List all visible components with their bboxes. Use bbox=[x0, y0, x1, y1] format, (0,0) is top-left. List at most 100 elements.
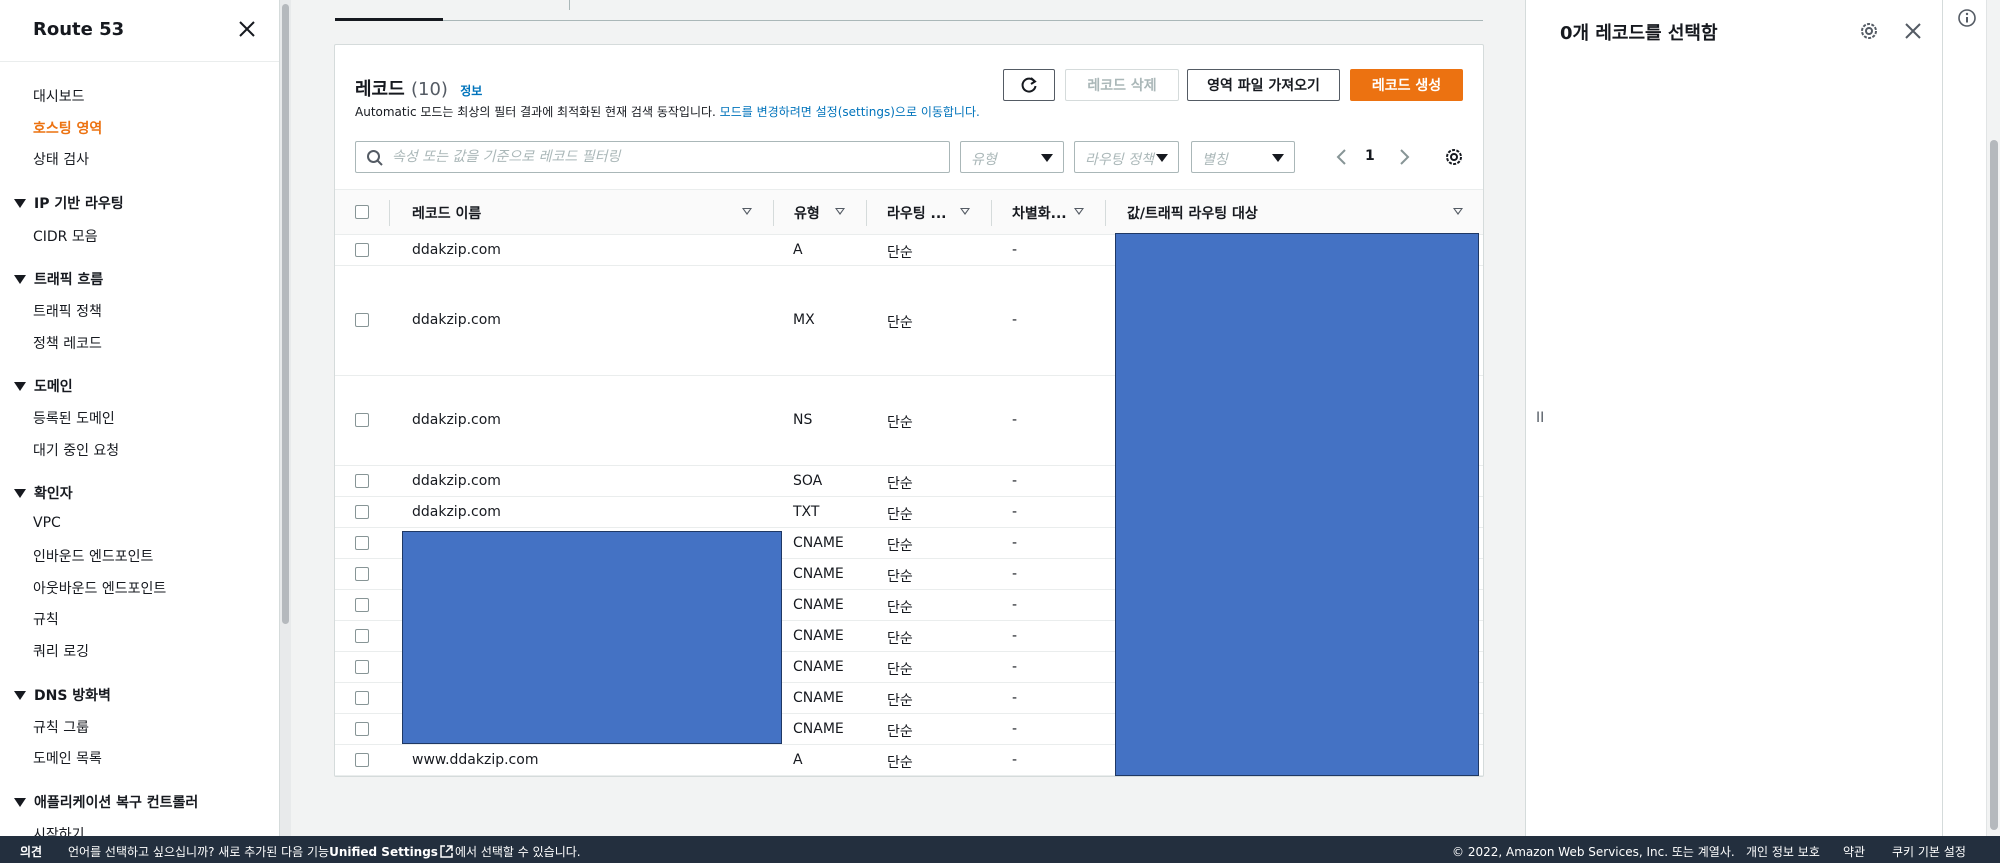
sidebar-item-registered-domains[interactable]: 등록된 도메인 bbox=[33, 408, 115, 428]
sidebar-header: Route 53 bbox=[0, 0, 279, 62]
record-differentiator: - bbox=[1012, 628, 1018, 644]
row-checkbox[interactable] bbox=[355, 474, 369, 488]
gear-icon[interactable] bbox=[1443, 146, 1465, 168]
column-header-routing[interactable]: 라우팅 ... bbox=[887, 203, 946, 223]
caret-down-icon bbox=[14, 690, 26, 700]
row-checkbox[interactable] bbox=[355, 660, 369, 674]
column-header-differentiator[interactable]: 차별화... bbox=[1012, 203, 1067, 223]
row-checkbox[interactable] bbox=[355, 598, 369, 612]
sort-icon[interactable] bbox=[1074, 208, 1084, 215]
column-header-value[interactable]: 값/트래픽 라우팅 대상 bbox=[1127, 203, 1258, 223]
sidebar-section-traffic-flow[interactable]: 트래픽 흐름 bbox=[14, 269, 103, 289]
sort-icon[interactable] bbox=[742, 208, 752, 215]
sort-icon[interactable] bbox=[960, 208, 970, 215]
record-routing: 단순 bbox=[887, 476, 913, 492]
record-type: CNAME bbox=[793, 690, 844, 706]
chevron-left-icon[interactable] bbox=[1332, 147, 1352, 167]
redacted-values bbox=[1115, 233, 1479, 776]
sidebar-item-query-logging[interactable]: 쿼리 로깅 bbox=[33, 641, 89, 661]
record-type: CNAME bbox=[793, 628, 844, 644]
sidebar-item-getting-started[interactable]: 시작하기 bbox=[33, 824, 85, 836]
record-differentiator: - bbox=[1012, 473, 1018, 489]
row-checkbox[interactable] bbox=[355, 243, 369, 257]
delete-record-button[interactable]: 레코드 삭제 bbox=[1065, 69, 1179, 101]
sidebar-item-inbound-endpoints[interactable]: 인바운드 엔드포인트 bbox=[33, 546, 153, 566]
sidebar-item-cidr[interactable]: CIDR 모음 bbox=[33, 226, 98, 246]
sidebar-section-resolver[interactable]: 확인자 bbox=[14, 483, 73, 503]
record-name[interactable]: ddakzip.com bbox=[412, 412, 501, 428]
page-scrollbar[interactable] bbox=[1986, 0, 2000, 836]
sidebar-item-health-checks[interactable]: 상태 검사 bbox=[33, 149, 89, 169]
sidebar-item-rules[interactable]: 규칙 bbox=[33, 609, 59, 629]
cookie-preferences-link[interactable]: 쿠키 기본 설정 bbox=[1892, 843, 1966, 860]
sidebar-item-outbound-endpoints[interactable]: 아웃바운드 엔드포인트 bbox=[33, 578, 166, 598]
row-checkbox[interactable] bbox=[355, 313, 369, 327]
select-all-checkbox[interactable] bbox=[355, 205, 369, 219]
routing-policy-filter-select[interactable]: 라우팅 정책 bbox=[1074, 141, 1179, 173]
record-name[interactable]: ddakzip.com bbox=[412, 504, 501, 520]
import-zone-file-button[interactable]: 영역 파일 가져오기 bbox=[1187, 69, 1340, 101]
refresh-button[interactable] bbox=[1003, 69, 1055, 101]
row-checkbox[interactable] bbox=[355, 505, 369, 519]
current-page[interactable]: 1 bbox=[1365, 148, 1375, 164]
column-header-name[interactable]: 레코드 이름 bbox=[412, 203, 481, 223]
sidebar-item-rule-groups[interactable]: 규칙 그룹 bbox=[33, 717, 89, 737]
sort-icon[interactable] bbox=[1453, 208, 1463, 215]
unified-settings-link[interactable]: Unified Settings bbox=[329, 845, 438, 859]
sidebar-item-hosted-zones[interactable]: 호스팅 영역 bbox=[33, 118, 102, 138]
alias-filter-select[interactable]: 별칭 bbox=[1191, 141, 1295, 173]
caret-down-icon bbox=[1041, 154, 1053, 162]
record-type: CNAME bbox=[793, 535, 844, 551]
sidebar-item-policy-records[interactable]: 정책 레코드 bbox=[33, 333, 102, 353]
sidebar-item-vpc[interactable]: VPC bbox=[33, 515, 61, 531]
sidebar-item-domain-lists[interactable]: 도메인 목록 bbox=[33, 748, 102, 768]
record-differentiator: - bbox=[1012, 242, 1018, 258]
split-panel-resize-handle[interactable]: II bbox=[1536, 410, 1544, 426]
page-scrollbar-thumb[interactable] bbox=[1990, 140, 1998, 830]
sidebar-section-dns-firewall[interactable]: DNS 방화벽 bbox=[14, 685, 111, 705]
close-icon[interactable] bbox=[236, 18, 258, 40]
feedback-link[interactable]: 의견 bbox=[20, 843, 42, 860]
create-record-button[interactable]: 레코드 생성 bbox=[1350, 69, 1463, 101]
row-checkbox[interactable] bbox=[355, 753, 369, 767]
tab-divider bbox=[569, 0, 570, 10]
sidebar-section-arc[interactable]: 애플리케이션 복구 컨트롤러 bbox=[14, 792, 198, 812]
row-checkbox[interactable] bbox=[355, 691, 369, 705]
sidebar-section-domains[interactable]: 도메인 bbox=[14, 376, 73, 396]
sort-icon[interactable] bbox=[835, 208, 845, 215]
copyright: © 2022, Amazon Web Services, Inc. 또는 계열사… bbox=[1452, 845, 1735, 859]
sidebar-item-traffic-policy[interactable]: 트래픽 정책 bbox=[33, 301, 102, 321]
record-name[interactable]: www.ddakzip.com bbox=[412, 752, 538, 768]
record-differentiator: - bbox=[1012, 752, 1018, 768]
type-filter-select[interactable]: 유형 bbox=[960, 141, 1064, 173]
terms-link[interactable]: 약관 bbox=[1843, 843, 1865, 860]
column-header-type[interactable]: 유형 bbox=[794, 203, 820, 223]
record-differentiator: - bbox=[1012, 566, 1018, 582]
info-icon[interactable] bbox=[1957, 8, 1977, 28]
record-name[interactable]: ddakzip.com bbox=[412, 473, 501, 489]
sidebar-item-dashboard[interactable]: 대시보드 bbox=[33, 86, 85, 106]
close-icon[interactable] bbox=[1902, 20, 1924, 42]
row-checkbox[interactable] bbox=[355, 629, 369, 643]
sidebar-item-pending-requests[interactable]: 대기 중인 요청 bbox=[33, 440, 119, 460]
column-divider bbox=[991, 200, 992, 226]
split-panel-title: 0개 레코드를 선택함 bbox=[1560, 23, 1718, 44]
row-checkbox[interactable] bbox=[355, 722, 369, 736]
gear-icon[interactable] bbox=[1858, 20, 1880, 42]
record-name[interactable]: ddakzip.com bbox=[412, 312, 501, 328]
sidebar-scrollbar[interactable] bbox=[280, 0, 291, 836]
info-link[interactable]: 정보 bbox=[460, 84, 482, 98]
row-checkbox[interactable] bbox=[355, 413, 369, 427]
settings-link[interactable]: 모드를 변경하려면 설정(settings)으로 이동합니다. bbox=[720, 105, 980, 119]
chevron-right-icon[interactable] bbox=[1394, 147, 1414, 167]
search-icon bbox=[367, 150, 383, 166]
row-checkbox[interactable] bbox=[355, 536, 369, 550]
record-type: A bbox=[793, 242, 803, 258]
sidebar-scrollbar-thumb[interactable] bbox=[282, 4, 289, 624]
row-checkbox[interactable] bbox=[355, 567, 369, 581]
record-name[interactable]: ddakzip.com bbox=[412, 242, 501, 258]
privacy-link[interactable]: 개인 정보 보호 bbox=[1746, 843, 1820, 860]
sidebar-section-ip-routing[interactable]: IP 기반 라우팅 bbox=[14, 193, 124, 213]
search-input[interactable] bbox=[392, 147, 932, 167]
record-routing: 단순 bbox=[887, 631, 913, 647]
